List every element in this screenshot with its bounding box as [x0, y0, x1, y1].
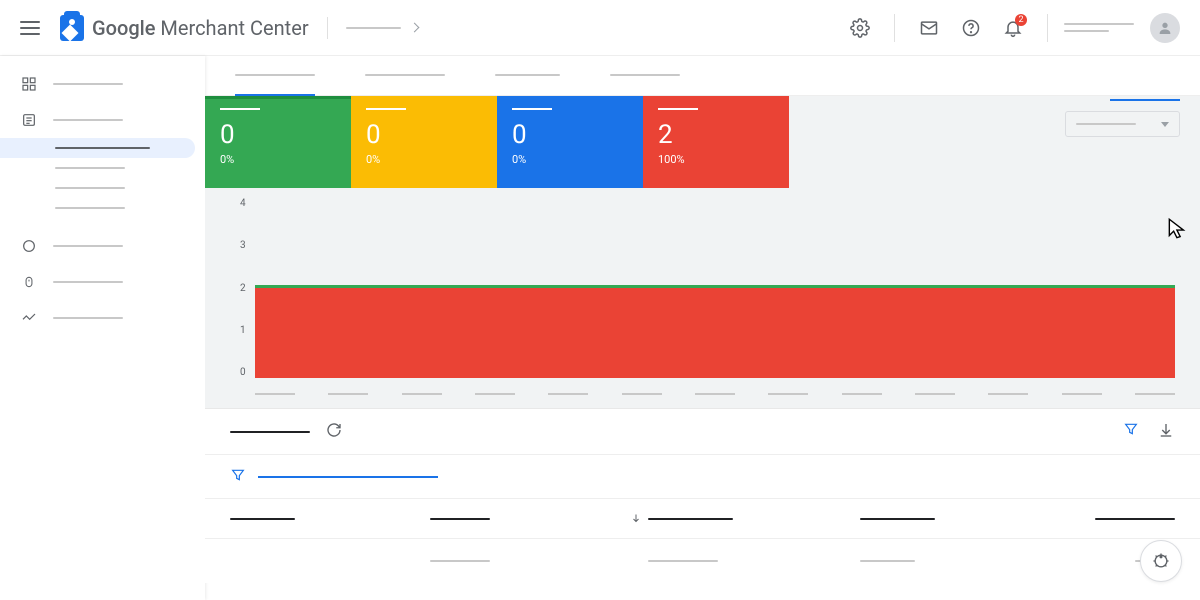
- stat-percentage: 0%: [512, 153, 628, 166]
- breadcrumb[interactable]: [346, 24, 418, 31]
- table-title: [230, 431, 310, 433]
- chevron-right-icon: [409, 23, 419, 33]
- sidebar-subitem-active[interactable]: [0, 138, 195, 158]
- sidebar-item-5[interactable]: [0, 300, 205, 336]
- stat-card-pending[interactable]: 0 0%: [351, 96, 497, 188]
- country-selector-dropdown[interactable]: [1065, 111, 1180, 137]
- sidebar-item-3[interactable]: [0, 228, 205, 264]
- sidebar-item-label: [55, 167, 125, 169]
- mouse-icon: [20, 273, 38, 291]
- sort-arrow-down-icon: [630, 509, 642, 528]
- sidebar-item-label: [55, 207, 125, 209]
- avatar-icon[interactable]: [1150, 13, 1180, 43]
- chart-area: 4 3 2 1 0: [205, 188, 1200, 408]
- tab-3[interactable]: [495, 56, 560, 96]
- account-name-placeholder[interactable]: [1064, 23, 1134, 32]
- chart-y-axis: 4 3 2 1 0: [240, 198, 246, 378]
- sidebar-item-label: [53, 245, 123, 247]
- tab-2[interactable]: [365, 56, 445, 96]
- main-content: 0 0% 0 0% 0 0% 2 100%: [205, 56, 1200, 600]
- trend-icon: [20, 309, 38, 327]
- sidebar: [0, 56, 205, 600]
- app-header: Google Merchant Center 2: [0, 0, 1200, 56]
- sidebar-item-label: [55, 147, 150, 149]
- filter-icon[interactable]: [1123, 421, 1139, 443]
- table-toolbar: [205, 409, 1200, 455]
- chart-series-red: [255, 288, 1175, 378]
- stat-card-active[interactable]: 0 0%: [205, 96, 351, 188]
- tab-bar: [205, 56, 1200, 96]
- tab-1[interactable]: [235, 56, 315, 96]
- stat-value: 0: [220, 120, 336, 150]
- dashboard-panel: 0 0% 0 0% 0 0% 2 100%: [205, 96, 1200, 408]
- stat-card-expiring[interactable]: 0 0%: [497, 96, 643, 188]
- column-header-5[interactable]: [1080, 518, 1175, 520]
- sidebar-item-label: [53, 317, 123, 319]
- notifications-icon[interactable]: 2: [995, 10, 1031, 46]
- dashboard-icon: [20, 75, 38, 93]
- app-title: Google Merchant Center: [92, 16, 309, 40]
- filter-row: [205, 455, 1200, 499]
- column-header-3-sorted[interactable]: [630, 509, 860, 528]
- table-row[interactable]: [205, 539, 1200, 583]
- column-header-1[interactable]: [230, 518, 430, 520]
- table-header-row: [205, 499, 1200, 539]
- stat-percentage: 0%: [220, 153, 336, 166]
- chart-x-axis: [255, 393, 1175, 396]
- sidebar-item-label: [53, 83, 123, 85]
- chart-plot: [255, 198, 1175, 378]
- sidebar-item-4[interactable]: [0, 264, 205, 300]
- dashboard-controls: [1065, 99, 1180, 137]
- download-icon[interactable]: [1157, 421, 1175, 443]
- merchant-center-logo-icon: [60, 15, 84, 41]
- menu-icon[interactable]: [20, 21, 40, 35]
- stat-value: 2: [658, 120, 774, 150]
- stat-cards-row: 0 0% 0 0% 0 0% 2 100%: [205, 96, 1200, 188]
- feedback-button[interactable]: [1140, 540, 1182, 582]
- stat-value: 0: [366, 120, 482, 150]
- sidebar-subitem-4[interactable]: [0, 198, 205, 218]
- filter-icon[interactable]: [230, 467, 246, 487]
- list-icon: [20, 111, 38, 129]
- column-header-4[interactable]: [860, 518, 1080, 520]
- column-header-2[interactable]: [430, 518, 630, 520]
- help-icon[interactable]: [953, 10, 989, 46]
- circle-icon: [20, 237, 38, 255]
- settings-icon[interactable]: [842, 10, 878, 46]
- sidebar-subitem-3[interactable]: [0, 178, 205, 198]
- dropdown-caret-icon: [1161, 122, 1169, 127]
- divider: [894, 14, 895, 42]
- sidebar-item-2[interactable]: [0, 102, 205, 138]
- sidebar-item-label: [53, 281, 123, 283]
- breadcrumb-item[interactable]: [346, 27, 401, 29]
- mail-icon[interactable]: [911, 10, 947, 46]
- tab-4[interactable]: [610, 56, 680, 96]
- notification-badge: 2: [1015, 14, 1027, 26]
- stat-percentage: 0%: [366, 153, 482, 166]
- stat-value: 0: [512, 120, 628, 150]
- stat-card-disapproved[interactable]: 2 100%: [643, 96, 789, 188]
- divider: [1047, 14, 1048, 42]
- sidebar-item-1[interactable]: [0, 66, 205, 102]
- refresh-icon[interactable]: [325, 421, 343, 443]
- divider: [327, 17, 328, 39]
- stat-percentage: 100%: [658, 153, 774, 166]
- country-selector-label: [1110, 99, 1180, 101]
- sidebar-item-label: [53, 119, 123, 121]
- filter-add-link[interactable]: [258, 476, 438, 478]
- sidebar-subitem-2[interactable]: [0, 158, 205, 178]
- chart-series-green: [255, 285, 1175, 288]
- data-table-section: [205, 408, 1200, 583]
- sidebar-item-label: [55, 187, 125, 189]
